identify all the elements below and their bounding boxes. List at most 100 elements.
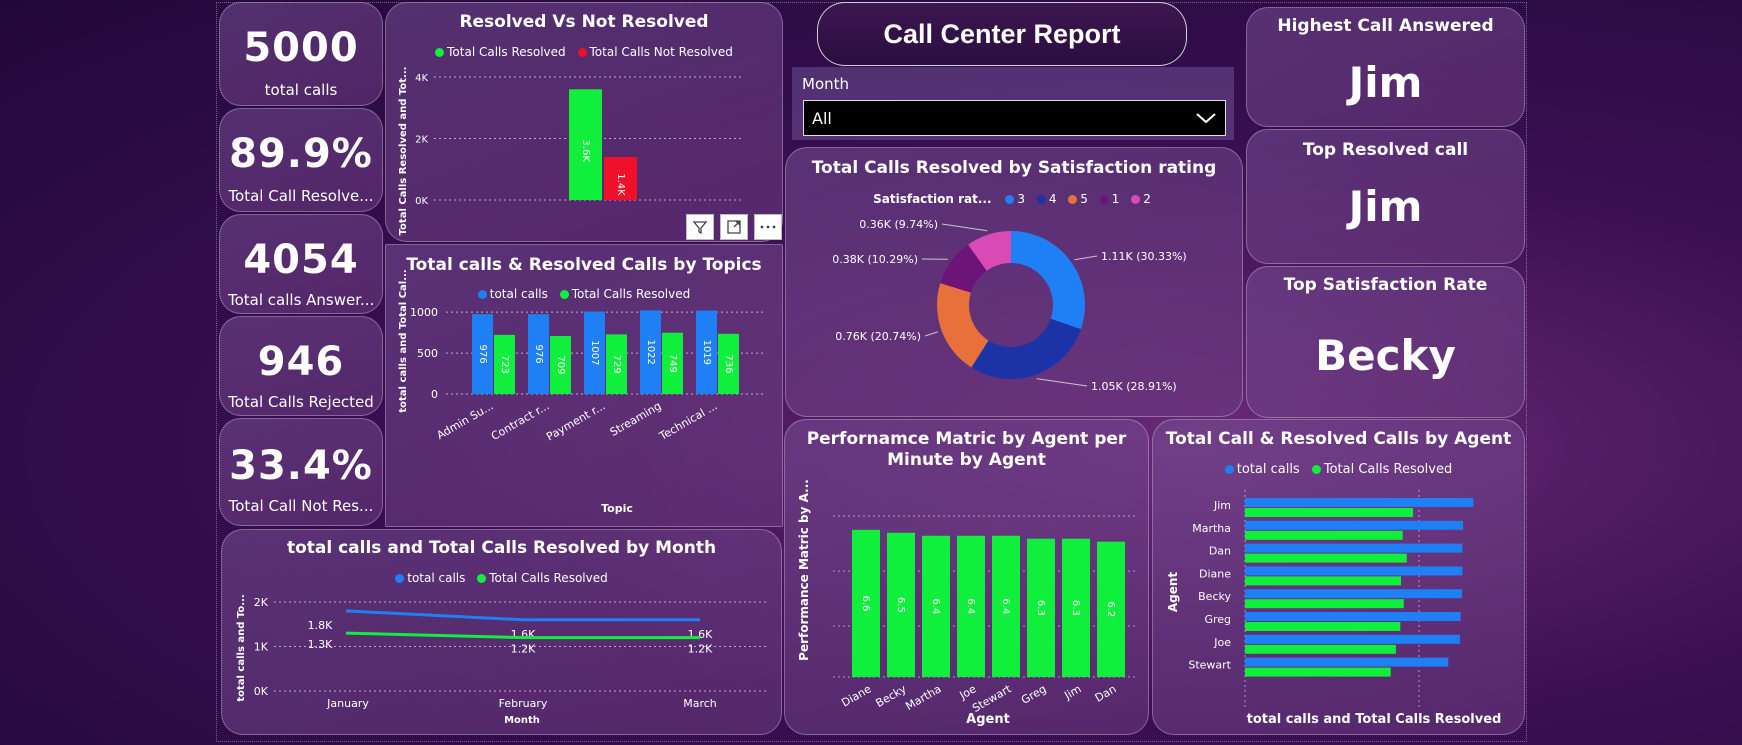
- y-tick-label: Greg: [1204, 613, 1231, 626]
- leader-line: [1036, 378, 1088, 387]
- topics-chart: total calls and Total Cal... Topic 0 500 1…: [398, 269, 766, 515]
- data-label: 3.6K: [580, 139, 591, 162]
- satisfaction-card[interactable]: Total Calls Resolved by Satisfaction rat…: [785, 147, 1243, 417]
- bar[interactable]: [1245, 657, 1449, 667]
- kpi-card-answered: 4054 Total calls Answer...: [219, 214, 383, 314]
- data-label: 6.3: [1070, 600, 1081, 616]
- data-label: 6.4: [930, 598, 941, 614]
- month-dropdown[interactable]: All: [803, 100, 1226, 136]
- bar[interactable]: [1245, 566, 1463, 576]
- series-line[interactable]: [345, 609, 700, 622]
- x-tick-label: Jim: [1061, 682, 1083, 702]
- bar[interactable]: [1245, 644, 1396, 654]
- bar[interactable]: [1245, 508, 1413, 517]
- more-options-icon[interactable]: [754, 214, 782, 240]
- x-tick-label: Admin Su...: [434, 399, 495, 442]
- kpi-value: 89.9%: [229, 131, 373, 177]
- leader-line: [941, 223, 988, 232]
- top-resolved-card: Top Resolved call Jim: [1246, 129, 1525, 264]
- resolved-vs-not-chart: Total Calls Resolved and Tot... 0K 2K 4K 3…: [398, 67, 741, 235]
- bar[interactable]: [1245, 520, 1464, 530]
- leader-line: [924, 331, 938, 337]
- agent-calls-card[interactable]: Total Call & Resolved Calls by Agent tot…: [1152, 419, 1525, 735]
- month-line-chart: total calls and To... Month 0K 1K 2K Januar…: [236, 594, 767, 726]
- kpi-card-resolved-rate: 89.9% Total Call Resolve...: [219, 108, 383, 212]
- x-tick-label: Contract r...: [489, 399, 552, 443]
- chevron-down-icon: [1196, 113, 1216, 124]
- y-tick-label: 2K: [415, 135, 428, 146]
- data-label: 709: [555, 355, 566, 374]
- slice-label: 1.05K (28.91%): [1091, 380, 1177, 393]
- slice-label: 1.11K (30.33%): [1101, 250, 1187, 263]
- performance-card[interactable]: Perfornamce Matric by Agent per Minute b…: [784, 419, 1149, 735]
- kpi-card-not-resolved-rate: 33.4% Total Call Not Res...: [219, 418, 383, 526]
- y-tick-label: 4K: [415, 73, 428, 84]
- y-tick-label: 0K: [415, 196, 428, 207]
- bar[interactable]: [1245, 553, 1407, 563]
- bar[interactable]: [1245, 612, 1461, 621]
- kpi-card-total-calls: 5000 total calls: [219, 2, 383, 106]
- bar[interactable]: [1245, 576, 1401, 586]
- data-label: 749: [667, 354, 678, 373]
- x-tick-label: March: [683, 697, 717, 710]
- x-tick-label: Stewart: [970, 682, 1014, 715]
- bar[interactable]: [1245, 622, 1401, 631]
- y-tick-label: Martha: [1192, 522, 1231, 535]
- data-label: 1.3K: [308, 638, 333, 651]
- slicer-label: Month: [802, 75, 850, 93]
- card-title: Highest Call Answered: [1277, 16, 1494, 36]
- bar[interactable]: [1245, 634, 1460, 644]
- y-tick-label: 2K: [254, 596, 269, 609]
- y-axis-title: total calls and To...: [236, 594, 247, 701]
- data-label: 6.4: [965, 598, 976, 614]
- donut-slice[interactable]: [971, 318, 1081, 379]
- kpi-label: Total Call Not Res...: [228, 497, 374, 515]
- month-card[interactable]: total calls and Total Calls Resolved by …: [221, 529, 782, 735]
- slice-label: 0.76K (20.74%): [835, 330, 921, 343]
- data-label: 1.8K: [308, 619, 333, 632]
- x-axis-title: Agent: [966, 712, 1010, 727]
- slice-label: 0.38K (10.29%): [832, 253, 918, 266]
- data-label: 6.2: [1105, 601, 1116, 617]
- y-tick-label: Becky: [1198, 590, 1231, 603]
- y-axis-title: total calls and Total Cal...: [398, 269, 409, 412]
- y-tick-label: 500: [417, 347, 438, 360]
- data-label: 6.3: [1035, 600, 1046, 616]
- data-label: 729: [611, 355, 622, 374]
- donut-slice[interactable]: [1011, 231, 1085, 330]
- focus-mode-icon[interactable]: [720, 214, 748, 240]
- report-title-box: Call Center Report: [817, 2, 1187, 66]
- filter-icon[interactable]: [686, 214, 714, 240]
- data-label: 6.4: [1000, 598, 1011, 614]
- x-tick-label: February: [499, 697, 548, 710]
- card-value: Jim: [1348, 58, 1423, 107]
- y-axis-title: Performance Matric by A...: [797, 479, 811, 661]
- x-tick-label: Greg: [1019, 682, 1049, 707]
- card-value: Becky: [1315, 331, 1456, 380]
- resolved-vs-not-card[interactable]: Resolved Vs Not Resolved Total Calls Res…: [385, 2, 783, 242]
- kpi-label: total calls: [264, 81, 338, 99]
- y-tick-label: 0: [431, 388, 438, 401]
- data-label: 6.6: [860, 595, 871, 611]
- bar[interactable]: [1245, 589, 1463, 599]
- bar[interactable]: [1245, 667, 1391, 677]
- leader-line: [1074, 255, 1098, 261]
- kpi-card-rejected: 946 Total Calls Rejected: [219, 316, 383, 416]
- data-label: 723: [499, 355, 510, 374]
- y-axis-title: Agent: [1166, 572, 1180, 613]
- topics-card[interactable]: Total calls & Resolved Calls by Topics t…: [385, 244, 783, 527]
- x-axis-title: Topic: [601, 502, 633, 515]
- data-label: 976: [477, 345, 488, 364]
- y-tick-label: Dan: [1209, 545, 1231, 558]
- bar[interactable]: [1245, 543, 1463, 553]
- highest-answered-card: Highest Call Answered Jim: [1246, 7, 1525, 127]
- data-label: 1019: [701, 340, 712, 365]
- kpi-value: 33.4%: [229, 443, 373, 489]
- bar[interactable]: [1245, 599, 1404, 609]
- bar[interactable]: [1245, 498, 1474, 507]
- bar[interactable]: [1245, 530, 1403, 540]
- data-label: 976: [533, 345, 544, 364]
- data-label: 736: [723, 354, 734, 373]
- x-tick-label: Joe: [957, 682, 979, 702]
- x-axis-title: Month: [504, 715, 540, 726]
